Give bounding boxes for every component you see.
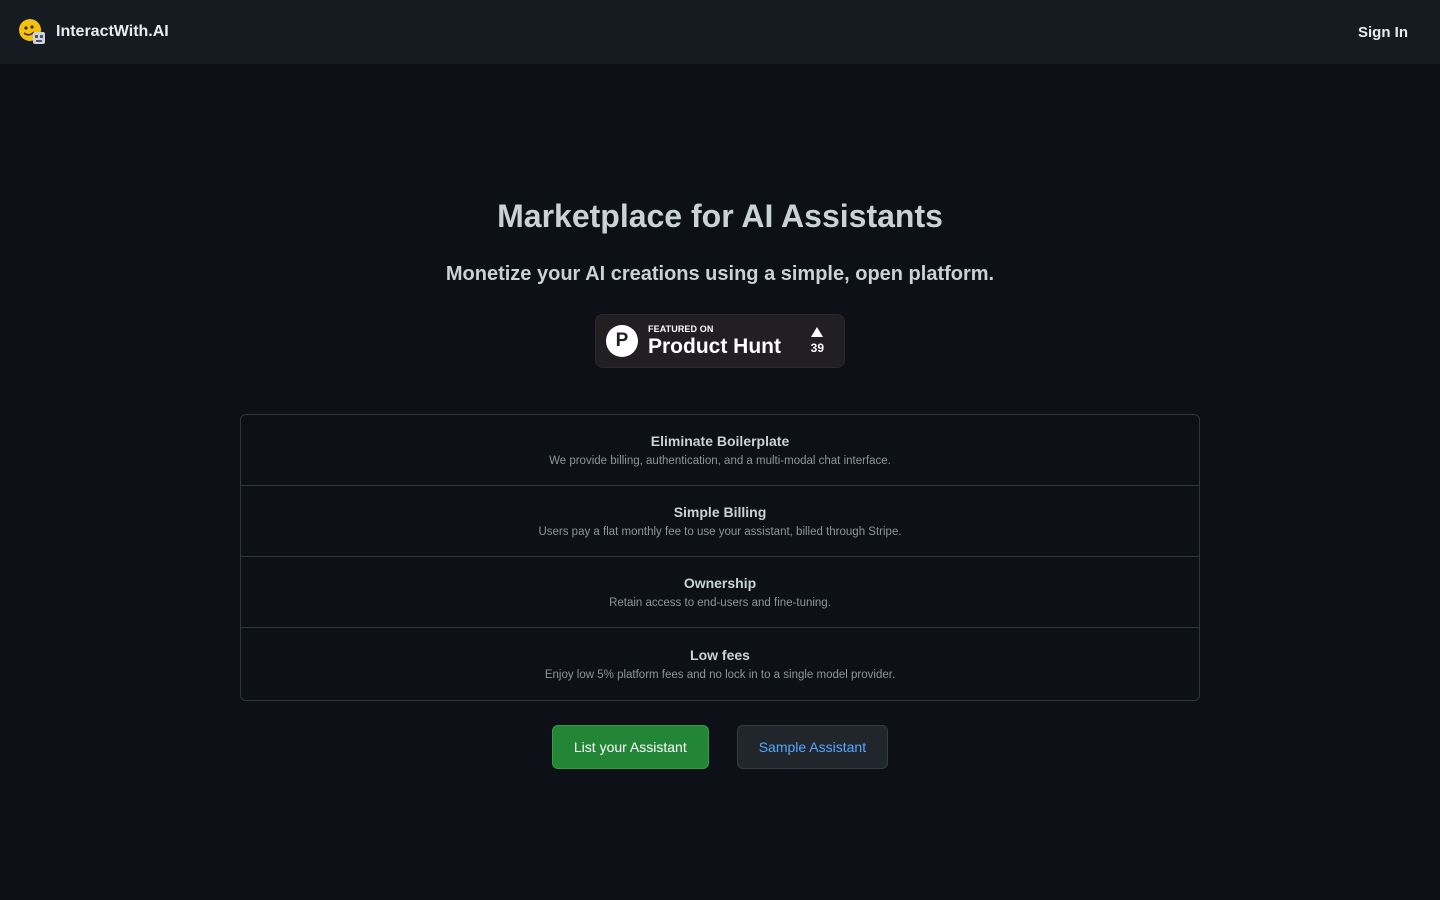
feature-title: Eliminate Boilerplate: [650, 432, 790, 449]
top-navbar: InteractWith.AI Sign In: [0, 0, 1440, 64]
smiley-robot-icon: [19, 19, 45, 44]
upvote-arrow-icon: [811, 327, 824, 337]
feature-item: Low fees Enjoy low 5% platform fees and …: [241, 628, 1199, 700]
product-hunt-name: Product Hunt: [648, 335, 781, 358]
feature-title: Low fees: [690, 646, 750, 663]
feature-description: Enjoy low 5% platform fees and no lock i…: [544, 668, 896, 681]
sign-in-link[interactable]: Sign In: [1358, 24, 1408, 41]
feature-item: Eliminate Boilerplate We provide billing…: [241, 415, 1199, 486]
upvote-count: 39: [810, 341, 824, 355]
features-list: Eliminate Boilerplate We provide billing…: [240, 414, 1200, 701]
featured-on-label: FEATURED ON: [648, 324, 714, 334]
upvote-counter: 39: [811, 327, 824, 355]
sample-assistant-button[interactable]: Sample Assistant: [736, 725, 889, 769]
feature-item: Simple Billing Users pay a flat monthly …: [241, 486, 1199, 557]
product-hunt-logo-icon: P: [606, 325, 638, 357]
product-hunt-text: FEATURED ON Product Hunt: [648, 324, 781, 358]
cta-buttons: List your Assistant Sample Assistant: [551, 725, 889, 769]
brand-home-link[interactable]: InteractWith.AI: [18, 18, 169, 46]
feature-title: Ownership: [683, 574, 757, 591]
list-assistant-button[interactable]: List your Assistant: [551, 725, 709, 769]
page-title: Marketplace for AI Assistants: [497, 198, 943, 234]
brand-name: InteractWith.AI: [56, 23, 169, 40]
feature-item: Ownership Retain access to end-users and…: [241, 557, 1199, 628]
feature-description: Retain access to end-users and fine-tuni…: [609, 596, 831, 609]
feature-description: Users pay a flat monthly fee to use your…: [538, 525, 902, 538]
product-hunt-badge[interactable]: P FEATURED ON Product Hunt 39: [595, 314, 845, 368]
hero-section: Marketplace for AI Assistants Monetize y…: [0, 64, 1440, 769]
feature-description: We provide billing, authentication, and …: [549, 454, 891, 467]
page-subtitle: Monetize your AI creations using a simpl…: [445, 263, 995, 285]
feature-title: Simple Billing: [673, 503, 767, 520]
